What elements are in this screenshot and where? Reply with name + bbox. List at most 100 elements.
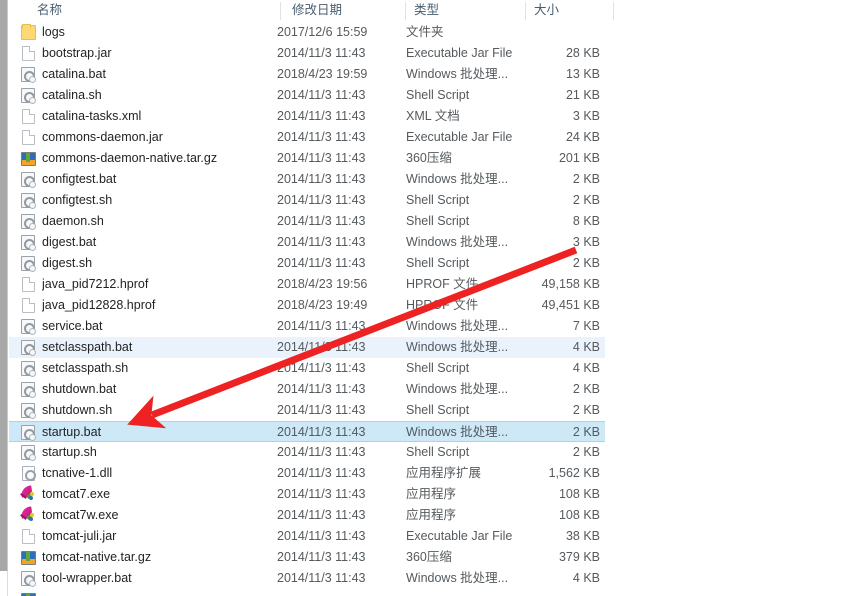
column-divider-2[interactable] — [405, 2, 406, 20]
file-name-cell: java_pid7212.hprof — [42, 277, 149, 291]
file-date-cell — [277, 589, 399, 596]
file-size-cell: 3 KB — [572, 235, 600, 249]
table-row[interactable]: commons-daemon-native.tar.gz 2014/11/3 11… — [9, 148, 605, 169]
file-name-cell: daemon.sh — [42, 214, 104, 228]
file-size-cell: 38 KB — [565, 529, 600, 543]
executable-icon — [20, 506, 36, 523]
file-date-cell: 2017/12/6 15:59 — [277, 25, 368, 39]
table-row[interactable]: shutdown.bat 2014/11/3 11:43 Windows 批处理..… — [9, 379, 605, 400]
file-name-cell: tool-wrapper.bat — [42, 571, 132, 585]
document-icon — [22, 298, 35, 313]
file-size-cell: 108 KB — [558, 487, 600, 501]
file-type-cell: Windows 批处理... — [406, 319, 509, 333]
file-type-cell: Windows 批处理... — [406, 425, 509, 439]
file-name-cell: bootstrap.jar — [42, 46, 112, 60]
table-row[interactable]: startup.sh 2014/11/3 11:43 Shell Script 2 K… — [9, 442, 605, 463]
column-header-type[interactable]: 类型 — [408, 0, 524, 22]
table-row[interactable]: configtest.bat 2014/11/3 11:43 Windows 批处理… — [9, 169, 605, 190]
file-size-cell — [514, 22, 604, 43]
file-date-cell: 2014/11/3 11:43 — [277, 361, 366, 375]
table-row[interactable]: tcnative-1.dll 2014/11/3 11:43 应用程序扩展 1,562… — [9, 463, 605, 484]
file-date-cell: 2014/11/3 11:43 — [277, 382, 366, 396]
table-row[interactable]: catalina.bat 2018/4/23 19:59 Windows 批处理..… — [9, 64, 605, 85]
file-type-cell: 文件夹 — [406, 25, 444, 39]
column-header-size[interactable]: 大小 — [528, 0, 612, 22]
column-divider-4[interactable] — [613, 2, 614, 20]
script-icon — [21, 88, 36, 104]
file-type-cell: Shell Script — [406, 361, 470, 375]
file-name-cell: catalina.bat — [42, 67, 106, 81]
table-row[interactable]: commons-daemon.jar 2014/11/3 11:43 Executa… — [9, 127, 605, 148]
column-divider-3[interactable] — [525, 2, 526, 20]
file-name-cell — [42, 589, 274, 596]
document-icon — [22, 46, 35, 61]
file-date-cell: 2014/11/3 11:43 — [277, 403, 366, 417]
file-date-cell: 2014/11/3 11:43 — [277, 214, 366, 228]
file-type-cell: Windows 批处理... — [406, 172, 509, 186]
column-header-name[interactable]: 名称 — [31, 0, 279, 22]
document-icon — [22, 109, 35, 124]
table-row[interactable]: shutdown.sh 2014/11/3 11:43 Shell Script 2 … — [9, 400, 605, 421]
table-row[interactable]: catalina-tasks.xml 2014/11/3 11:43 XML 文档 3… — [9, 106, 605, 127]
table-row[interactable]: java_pid12828.hprof 2018/4/23 19:49 HPROF … — [9, 295, 605, 316]
file-date-cell: 2014/11/3 11:43 — [277, 340, 366, 354]
table-row[interactable]: digest.bat 2014/11/3 11:43 Windows 批处理... 3… — [9, 232, 605, 253]
file-date-cell: 2014/11/3 11:43 — [277, 508, 366, 522]
script-icon — [21, 382, 36, 398]
file-size-cell: 2 KB — [572, 403, 600, 417]
script-icon — [21, 319, 36, 335]
table-row[interactable]: daemon.sh 2014/11/3 11:43 Shell Script 8 KB — [9, 211, 605, 232]
vertical-scrollbar-gutter[interactable] — [0, 0, 8, 571]
file-type-cell: Executable Jar File — [406, 46, 513, 60]
file-size-cell: 8 KB — [572, 214, 600, 228]
file-name-cell: logs — [42, 25, 65, 39]
file-size-cell: 2 KB — [572, 425, 600, 439]
file-type-cell: 应用程序 — [406, 508, 457, 522]
script-icon — [21, 445, 36, 461]
table-row[interactable]: tomcat-native.tar.gz 2014/11/3 11:43 360压缩… — [9, 547, 605, 568]
script-icon — [21, 67, 36, 83]
file-date-cell: 2014/11/3 11:43 — [277, 88, 366, 102]
column-header-date-modified[interactable]: 修改日期 — [286, 0, 404, 22]
file-size-cell: 49,451 KB — [541, 298, 600, 312]
file-name-cell: catalina.sh — [42, 88, 102, 102]
file-size-cell: 13 KB — [565, 67, 600, 81]
archive-icon — [21, 152, 36, 166]
file-date-cell: 2018/4/23 19:49 — [277, 298, 368, 312]
file-size-cell: 2 KB — [572, 172, 600, 186]
file-name-cell: shutdown.sh — [42, 403, 113, 417]
folder-icon — [21, 24, 36, 40]
table-row[interactable]: catalina.sh 2014/11/3 11:43 Shell Script 21… — [9, 85, 605, 106]
file-date-cell: 2018/4/23 19:59 — [277, 67, 368, 81]
table-row[interactable]: setclasspath.sh 2014/11/3 11:43 Shell Scri… — [9, 358, 605, 379]
table-row[interactable]: tomcat7.exe 2014/11/3 11:43 应用程序 108 KB — [9, 484, 605, 505]
file-date-cell: 2014/11/3 11:43 — [277, 172, 366, 186]
table-row[interactable]: startup.bat 2014/11/3 11:43 Windows 批处理...… — [9, 421, 605, 442]
column-divider-1[interactable] — [280, 2, 281, 20]
file-name-cell: setclasspath.sh — [42, 361, 129, 375]
file-size-cell: 7 KB — [572, 319, 600, 333]
table-row[interactable]: bootstrap.jar 2014/11/3 11:43 Executable J… — [9, 43, 605, 64]
table-row[interactable]: tool-wrapper.bat 2014/11/3 11:43 Windows 批… — [9, 568, 605, 589]
file-size-cell: 24 KB — [565, 130, 600, 144]
table-row[interactable]: configtest.sh 2014/11/3 11:43 Shell Script… — [9, 190, 605, 211]
script-icon — [21, 172, 36, 188]
file-date-cell: 2018/4/23 19:56 — [277, 277, 368, 291]
table-row[interactable]: tomcat-juli.jar 2014/11/3 11:43 Executable… — [9, 526, 605, 547]
table-row[interactable]: service.bat 2014/11/3 11:43 Windows 批处理...… — [9, 316, 605, 337]
table-row[interactable]: tomcat7w.exe 2014/11/3 11:43 应用程序 108 KB — [9, 505, 605, 526]
file-size-cell: 4 KB — [572, 361, 600, 375]
table-row[interactable]: digest.sh 2014/11/3 11:43 Shell Script 2 KB — [9, 253, 605, 274]
file-type-cell — [406, 589, 518, 596]
table-row[interactable]: setclasspath.bat 2014/11/3 11:43 Windows 批… — [9, 337, 605, 358]
table-row[interactable]: java_pid7212.hprof 2018/4/23 19:56 HPROF 文… — [9, 274, 605, 295]
file-name-cell: commons-daemon-native.tar.gz — [42, 151, 218, 165]
file-type-cell: 360压缩 — [406, 151, 452, 165]
file-type-cell: 应用程序 — [406, 487, 457, 501]
table-row[interactable]: logs 2017/12/6 15:59 文件夹 — [9, 22, 605, 43]
file-type-cell: Executable Jar File — [406, 130, 513, 144]
column-header-bar: 名称 修改日期 类型 大小 — [9, 0, 614, 22]
file-type-cell: Shell Script — [406, 403, 470, 417]
file-list[interactable]: logs 2017/12/6 15:59 文件夹 bootstrap.jar 2014/… — [9, 22, 609, 596]
table-row[interactable] — [9, 589, 605, 596]
